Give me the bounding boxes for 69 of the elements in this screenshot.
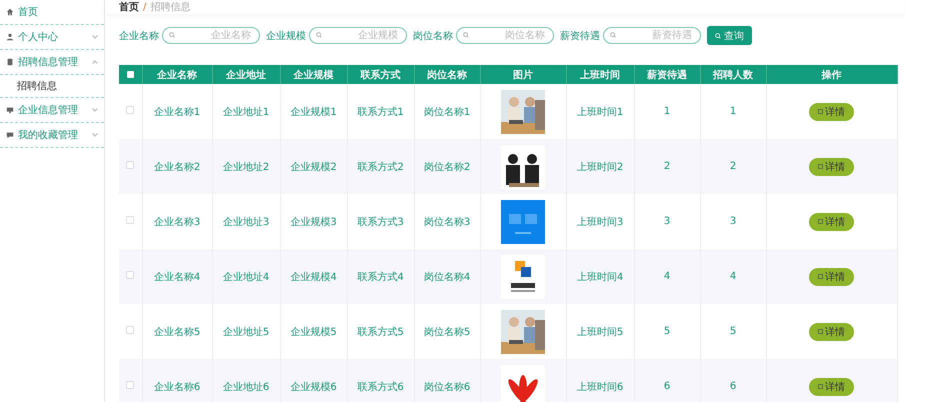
detail-button[interactable]: 详情 [809,102,854,120]
search-icon [715,32,721,38]
search-field[interactable]: 企业规模 [309,27,407,44]
document-icon [818,109,823,114]
message-icon [6,131,14,139]
home-icon [6,8,14,16]
detail-button[interactable]: 详情 [809,158,854,176]
row-checkbox[interactable] [126,216,134,224]
column-header: 企业地址 [212,65,280,84]
column-header: 操作 [766,65,897,84]
sidebar-subitem[interactable]: 招聘信息 [0,75,104,98]
detail-button[interactable]: 详情 [809,378,854,396]
field-label: 企业名称 [119,30,159,42]
column-header: 上班时间 [566,65,634,84]
table-cell: 6 [700,359,766,402]
row-checkbox[interactable] [126,106,134,114]
column-header: 企业规模 [280,65,347,84]
column-header: 招聘人数 [700,65,766,84]
sidebar-item[interactable]: 招聘信息管理 [0,50,104,75]
sidebar-item[interactable]: 首页 [0,0,104,25]
column-header: 图片 [480,65,566,84]
document-icon [818,384,823,389]
document-icon [818,219,823,224]
table-cell: 岗位名称6 [414,359,480,402]
column-header: 企业名称 [142,65,212,84]
column-header: 薪资待遇 [634,65,700,84]
table-cell: 6 [634,359,700,402]
sidebar-item[interactable]: 我的收藏管理 [0,123,104,148]
chevron-up-icon [92,60,98,64]
document-icon [6,58,14,66]
row-checkbox[interactable] [126,271,134,279]
chevron-down-icon [92,133,98,137]
breadcrumb-item[interactable]: 首页 [119,0,139,14]
sidebar-item[interactable]: 企业信息管理 [0,98,104,123]
row-checkbox[interactable] [126,326,134,334]
document-icon [818,274,823,279]
document-icon [818,329,823,334]
field-label: 岗位名称 [413,30,453,42]
search-field[interactable]: 薪资待遇 [603,27,701,44]
column-header: 岗位名称 [414,65,480,84]
row-checkbox[interactable] [126,381,134,389]
table-cell: 联系方式6 [347,359,414,402]
search-icon [463,32,469,38]
sidebar-item[interactable]: 个人中心 [0,25,104,50]
breadcrumb-separator: / [143,2,146,12]
row-checkbox[interactable] [126,161,134,169]
table-cell: 企业名称6 [142,359,212,402]
search-button[interactable]: 查询 [707,26,752,45]
table-cell: 上班时间6 [566,359,634,402]
table-cell: 企业规模6 [280,359,347,402]
search-icon [316,32,322,38]
chevron-down-icon [92,35,98,39]
field-label: 薪资待遇 [560,30,600,42]
select-all-checkbox[interactable] [126,70,134,78]
document-icon [818,164,823,169]
detail-button[interactable]: 详情 [809,212,854,230]
column-header: 联系方式 [347,65,414,84]
chevron-down-icon [92,108,98,112]
field-label: 企业规模 [266,30,306,42]
detail-button[interactable]: 详情 [809,322,854,340]
search-field[interactable]: 岗位名称 [456,27,554,44]
breadcrumb-item: 招聘信息 [150,0,190,14]
detail-button[interactable]: 详情 [809,268,854,286]
user-icon [6,33,14,41]
table-cell: 企业地址6 [212,359,280,402]
search-icon [169,32,175,38]
search-icon [610,32,616,38]
monitor-icon [6,106,14,114]
search-field[interactable]: 企业名称 [162,27,260,44]
